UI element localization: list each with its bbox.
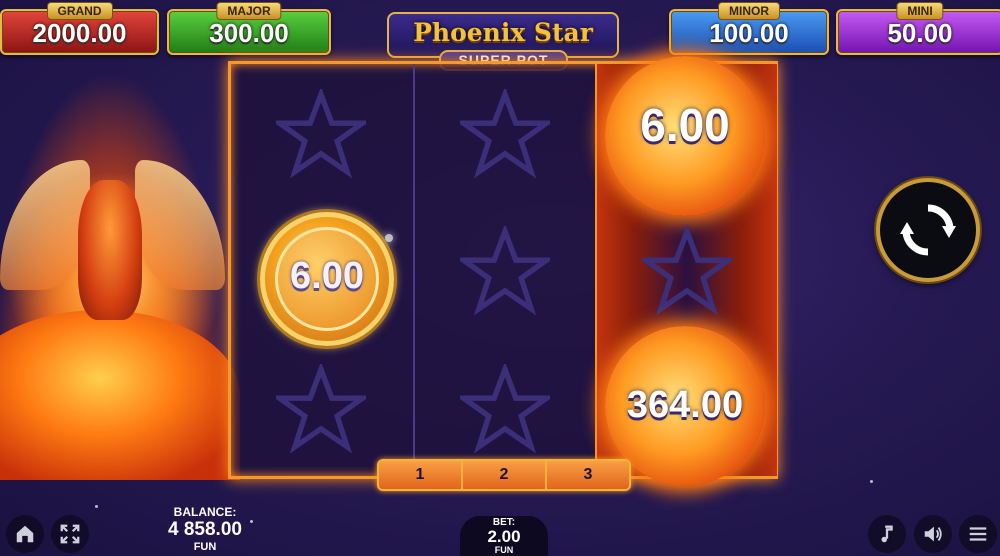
star-icon [455,86,555,179]
fullscreen-icon [60,524,80,544]
star-icon [271,361,371,454]
jackpot-grand-value: 2000.00 [32,18,127,48]
jackpot-major: MAJOR 300.00 [167,2,331,55]
phoenix-right-wing [135,160,225,290]
phoenix-illustration [0,70,240,480]
jackpot-minor: MINOR 100.00 [669,2,829,55]
reel-3: 6.00 364.00 [595,56,777,486]
menu-icon [969,527,987,541]
coin-value: 6.00 [290,255,364,297]
spin-icon [900,204,956,256]
sparkle [870,480,873,483]
phoenix-sun [0,310,240,480]
music-icon [881,525,893,543]
balance-label: BALANCE: [173,505,237,519]
jackpot-mini: MINI 50.00 [836,2,1000,55]
home-button[interactable] [6,515,44,553]
sound-button[interactable] [914,515,952,553]
sparkle [250,520,253,523]
line-selector: 1 2 3 [377,459,631,491]
sparkle [95,505,98,508]
balance-currency: FUN [193,541,217,553]
fullscreen-button[interactable] [51,515,89,553]
star-icon [455,223,555,316]
phoenix-body [78,180,142,320]
reel-grid: 6.00 6.00 364.00 [228,56,778,486]
star-icon [637,223,737,316]
line-1[interactable]: 1 [379,461,463,489]
bet-currency: FUN [494,545,514,555]
jackpot-major-value: 300.00 [209,18,289,48]
sparkle [385,234,393,242]
reel-2 [413,64,597,476]
line-3[interactable]: 3 [547,461,629,489]
balance-display: BALANCE: 4 858.00 FUN [150,505,260,553]
balance-value: 4 858.00 [168,519,242,540]
reel-1: 6.00 [231,64,413,476]
star-icon [455,361,555,454]
jackpot-mini-value: 50.00 [887,18,953,48]
game-logo: Phoenix Star SUPER POT [387,12,619,71]
bet-selector[interactable]: BET: 2.00 FUN [460,516,548,556]
menu-button[interactable] [959,515,997,553]
bet-value: 2.00 [487,527,521,546]
coin-symbol: 6.00 [260,212,394,346]
line-2[interactable]: 2 [463,461,547,489]
sun-value: 6.00 [640,99,730,151]
sun-value: 364.00 [626,384,744,426]
home-icon [16,525,34,543]
star-icon [271,86,371,179]
jackpot-minor-value: 100.00 [709,18,789,48]
phoenix-left-wing [0,160,90,290]
music-button[interactable] [868,515,906,553]
jackpot-grand: GRAND 2000.00 [0,2,159,55]
sun-symbol: 6.00 [605,56,765,216]
spin-button[interactable] [876,178,980,282]
sound-icon [924,526,942,542]
logo-title: Phoenix Star [413,18,593,47]
